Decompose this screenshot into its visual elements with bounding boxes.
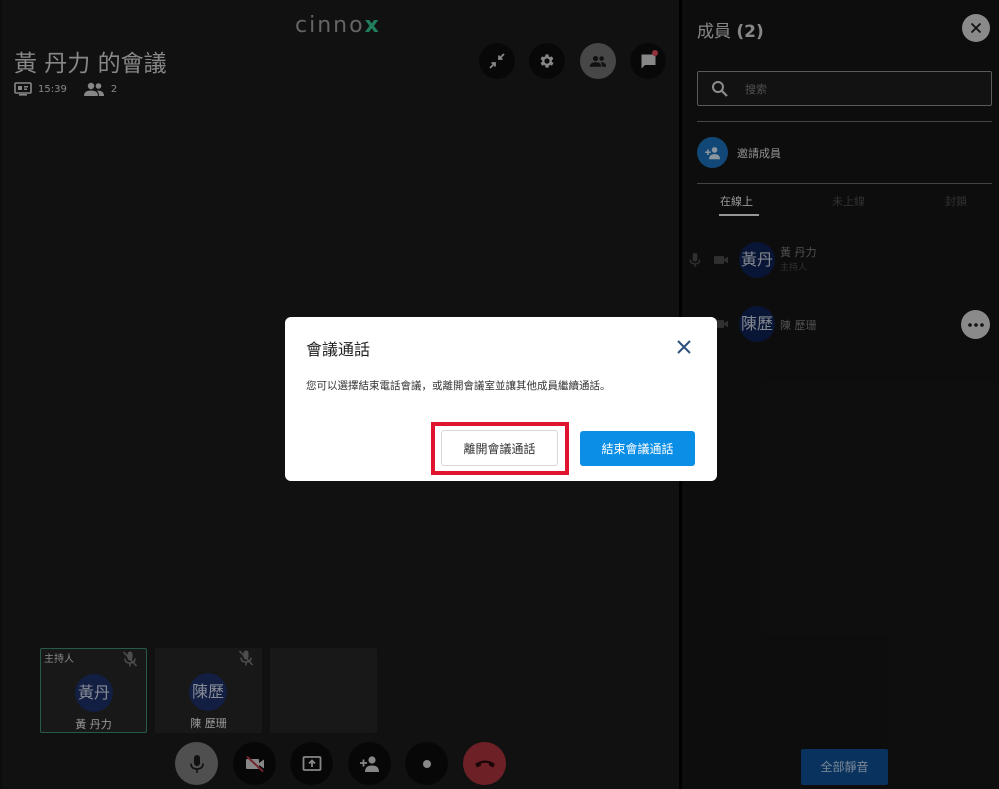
- divider: [697, 121, 992, 122]
- record-button[interactable]: [405, 742, 448, 785]
- cinnox-logo: cinnox: [295, 13, 381, 38]
- minimize-button[interactable]: [479, 43, 515, 79]
- participant-name: 陳 歷珊: [190, 717, 227, 730]
- empty-tile: [270, 648, 377, 733]
- participant-tile[interactable]: 主持人 黃丹 黃 丹力: [40, 648, 147, 733]
- screen-icon: [14, 82, 32, 96]
- end-call-dialog: 會議通話 您可以選擇結束電話會議，或離開會議室並讓其他成員繼續通話。 離開會議通…: [285, 317, 717, 481]
- host-tag: 主持人: [44, 654, 74, 665]
- meeting-title: 黃 丹力 的會議: [14, 51, 167, 77]
- dialog-message: 您可以選擇結束電話會議，或離開會議室並讓其他成員繼續通話。: [306, 380, 611, 392]
- active-tab-indicator: [719, 214, 759, 216]
- avatar: 黃丹: [75, 674, 113, 712]
- participant-name: 黃 丹力: [75, 718, 112, 731]
- member-role: 主持人: [780, 263, 808, 273]
- close-panel-button[interactable]: [962, 14, 990, 42]
- person-add-icon: [704, 146, 720, 159]
- camera-off-icon: [245, 755, 264, 772]
- members-button[interactable]: [580, 43, 616, 79]
- members-panel: 成員 (2) 邀請成員 在線上: [682, 0, 999, 789]
- microphone-button[interactable]: [175, 742, 218, 785]
- member-row[interactable]: 黃丹 黃 丹力 主持人: [682, 242, 999, 282]
- microphone-icon: [189, 754, 204, 773]
- camera-button[interactable]: [233, 742, 276, 785]
- chat-button[interactable]: [630, 43, 666, 79]
- settings-button[interactable]: [529, 43, 565, 79]
- add-participant-button[interactable]: [348, 742, 391, 785]
- leave-call-button[interactable]: 離開會議通話: [441, 430, 558, 466]
- people-icon: [589, 55, 607, 67]
- participant-tile[interactable]: 陳歷 陳 歷珊: [155, 648, 262, 733]
- member-more-button[interactable]: [961, 310, 990, 339]
- end-call-button[interactable]: 結束會議通話: [580, 431, 695, 466]
- unread-badge: [652, 50, 658, 56]
- share-screen-button[interactable]: [290, 742, 333, 785]
- search-icon: [712, 81, 728, 97]
- meeting-duration: 15:39: [38, 83, 67, 95]
- divider: [697, 183, 992, 184]
- meeting-meta: 15:39 2: [14, 80, 117, 98]
- member-row[interactable]: 陳歷 陳 歷珊: [682, 306, 999, 346]
- hang-up-button[interactable]: [463, 742, 506, 785]
- app-window: cinnox 黃 丹力 的會議 15:39 2 主持人 黃丹 黃 丹力 陳歷 陳…: [0, 0, 999, 789]
- collapse-arrows-icon: [489, 53, 505, 69]
- members-count: (2): [736, 22, 764, 42]
- avatar: 黃丹: [739, 242, 775, 278]
- participant-count: 2: [110, 83, 118, 95]
- members-panel-title: 成員 (2): [697, 22, 764, 42]
- gear-icon: [540, 54, 554, 68]
- member-name: 陳 歷珊: [780, 319, 817, 332]
- mic-off-icon: [122, 651, 138, 667]
- member-name: 黃 丹力: [780, 246, 817, 259]
- close-icon: [970, 22, 982, 34]
- microphone-icon: [689, 253, 701, 267]
- phone-hangup-icon: [474, 760, 495, 767]
- record-dot-icon: [422, 759, 431, 768]
- member-search-box[interactable]: [697, 71, 992, 106]
- avatar: 陳歷: [739, 306, 775, 342]
- tab-blocked[interactable]: 封鎖: [945, 193, 967, 209]
- mic-off-icon: [238, 650, 254, 666]
- tab-online[interactable]: 在線上: [720, 193, 753, 209]
- person-add-icon: [359, 755, 379, 772]
- dialog-title: 會議通話: [306, 340, 371, 359]
- video-camera-icon: [714, 256, 728, 264]
- close-icon[interactable]: [675, 338, 693, 356]
- avatar: 陳歷: [189, 673, 227, 711]
- mute-all-button[interactable]: 全部靜音: [801, 749, 888, 785]
- tab-offline[interactable]: 未上線: [832, 193, 865, 209]
- people-icon: [83, 82, 104, 96]
- invite-members-button[interactable]: 邀請成員: [697, 137, 781, 168]
- more-horizontal-icon: [967, 322, 984, 327]
- member-search-input[interactable]: [745, 79, 975, 99]
- invite-members-label: 邀請成員: [737, 146, 781, 160]
- share-screen-icon: [302, 755, 321, 771]
